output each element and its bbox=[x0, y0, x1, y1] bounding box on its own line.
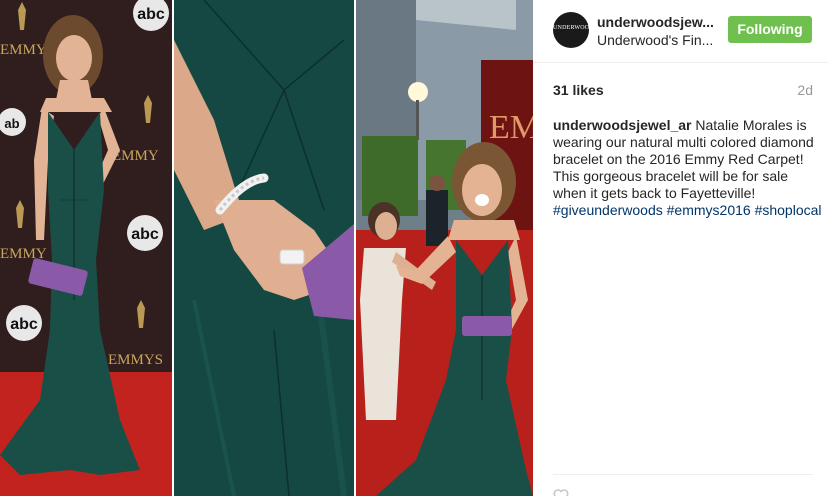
following-button[interactable]: Following bbox=[728, 16, 812, 43]
post-caption: underwoodsjewel_ar Natalie Morales is we… bbox=[553, 117, 823, 219]
caption-username[interactable]: underwoodsjewel_ar bbox=[553, 117, 691, 133]
emmys-logo: EMMYS bbox=[108, 352, 163, 368]
hashtag-link[interactable]: #giveunderwoods bbox=[553, 202, 663, 218]
photo-panel-candid: EM 68 bbox=[356, 0, 533, 496]
post-sidebar: UNDERWOOD'S underwoodsjew... Underwood's… bbox=[533, 0, 828, 496]
post-age[interactable]: 2d bbox=[797, 82, 813, 98]
heart-icon[interactable] bbox=[553, 488, 569, 496]
emmys-sign-text: EM bbox=[489, 109, 533, 146]
author-username[interactable]: underwoodsjew... bbox=[597, 14, 714, 30]
red-carpet-photo: abc abc abc ab EMMY EMMY EMMY EMMYS bbox=[0, 0, 172, 496]
abc-logo: ab bbox=[4, 116, 19, 131]
post-photo-collage[interactable]: abc abc abc ab EMMY EMMY EMMY EMMYS EM bbox=[0, 0, 533, 496]
candid-red-carpet-photo: EM 68 bbox=[356, 0, 533, 496]
avatar-logo-text: UNDERWOOD'S bbox=[553, 25, 589, 31]
instagram-post: abc abc abc ab EMMY EMMY EMMY EMMYS EM U… bbox=[0, 0, 828, 496]
bracelet-closeup-photo bbox=[174, 0, 354, 496]
photo-panel-bracelet-closeup bbox=[174, 0, 354, 496]
author-full-name: Underwood's Fin... bbox=[597, 32, 714, 48]
post-header: UNDERWOOD'S underwoodsjew... Underwood's… bbox=[533, 0, 828, 63]
hashtag-link[interactable]: #shoplocal bbox=[755, 202, 822, 218]
comment-divider bbox=[553, 474, 813, 475]
abc-logo: abc bbox=[131, 226, 159, 243]
likes-count[interactable]: 31 likes bbox=[553, 82, 604, 98]
abc-logo: abc bbox=[10, 316, 38, 333]
avatar[interactable]: UNDERWOOD'S bbox=[553, 12, 589, 48]
abc-logo: abc bbox=[137, 6, 165, 23]
post-stats: 31 likes 2d bbox=[553, 82, 813, 100]
photo-panel-full-length: abc abc abc ab EMMY EMMY EMMY EMMYS bbox=[0, 0, 172, 496]
emmys-logo: EMMY bbox=[0, 42, 47, 58]
hashtag-link[interactable]: #emmys2016 bbox=[667, 202, 751, 218]
